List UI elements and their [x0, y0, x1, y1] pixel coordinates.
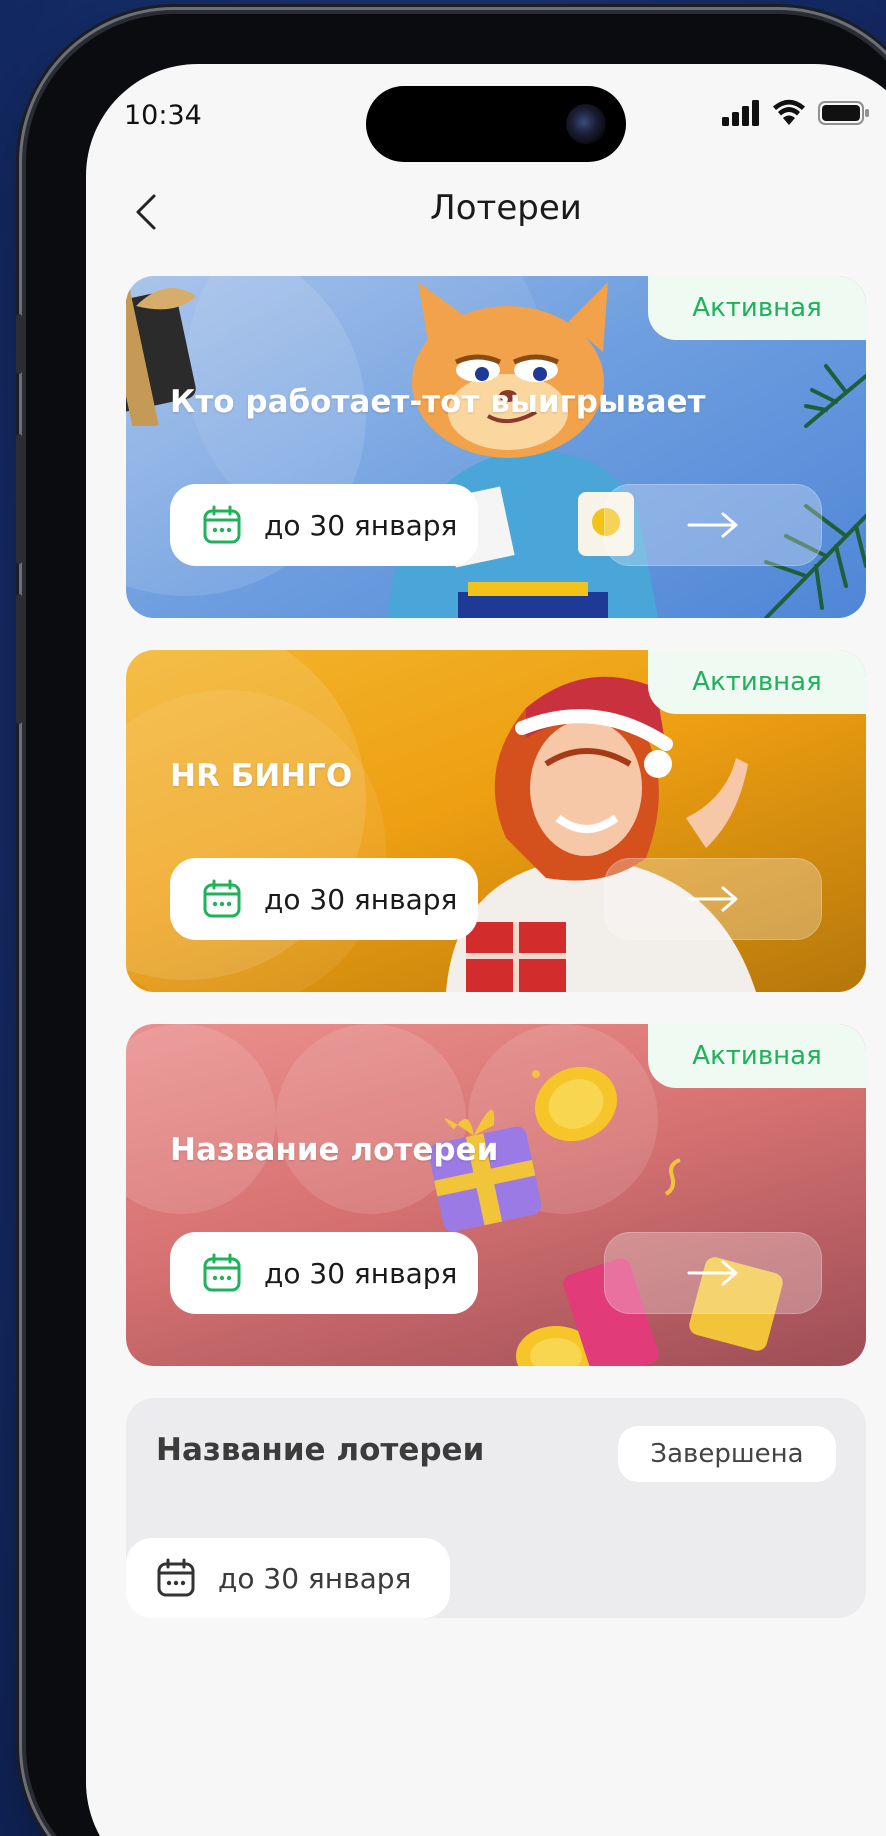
front-camera	[566, 104, 606, 144]
lottery-card[interactable]: Активная HR БИНГО до 30 января	[126, 650, 866, 992]
lottery-card[interactable]: Активная Кто работает-тот выигрывает до …	[126, 276, 866, 618]
date-pill: до 30 января	[170, 1232, 478, 1314]
calendar-icon	[157, 1558, 195, 1597]
lottery-title: Название лотереи	[170, 1132, 499, 1168]
dynamic-island	[366, 86, 626, 162]
lottery-title: Кто работает-тот выигрывает	[170, 384, 706, 420]
open-lottery-button[interactable]	[604, 1232, 822, 1314]
date-label: до 30 января	[264, 882, 458, 916]
woman-santa-hat-illustration	[446, 676, 756, 992]
calendar-icon	[203, 1253, 241, 1292]
fir-branch-illustration	[764, 364, 866, 618]
lottery-title: HR БИНГО	[170, 758, 353, 794]
status-badge: Активная	[648, 1024, 866, 1088]
calendar-icon	[203, 879, 241, 918]
open-lottery-button[interactable]	[604, 858, 822, 940]
date-pill: до 30 января	[170, 484, 478, 566]
arrow-right-icon	[687, 1260, 738, 1286]
date-pill: до 30 января	[170, 858, 478, 940]
lottery-title: Название лотереи	[156, 1432, 485, 1468]
background: 10:34 Лотереи Активная Кто работает-тот …	[0, 0, 886, 1836]
gifts-and-coins-illustration	[428, 1066, 783, 1366]
calendar-icon	[203, 505, 241, 544]
phone-frame: 10:34 Лотереи Активная Кто работает-тот …	[16, 14, 886, 1836]
decor-circle	[126, 1024, 276, 1214]
status-icons	[722, 96, 870, 130]
status-time: 10:34	[124, 100, 202, 131]
status-badge: Активная	[648, 276, 866, 340]
page-title: Лотереи	[430, 188, 582, 228]
volume-up-button	[16, 434, 22, 564]
signal-icon	[722, 100, 759, 126]
app-screen: 10:34 Лотереи Активная Кто работает-тот …	[86, 64, 886, 1836]
lottery-card[interactable]: Активная Название лотереи до 30 января	[126, 1024, 866, 1366]
lottery-card-finished[interactable]: Название лотереи Завершена до 30 января	[126, 1398, 866, 1618]
date-pill: до 30 января	[126, 1538, 450, 1618]
volume-down-button	[16, 594, 22, 724]
arrow-right-icon	[687, 512, 738, 538]
status-badge: Активная	[648, 650, 866, 714]
date-label: до 30 января	[218, 1561, 412, 1595]
arrow-right-icon	[687, 886, 738, 912]
battery-icon	[818, 101, 869, 125]
open-lottery-button[interactable]	[604, 484, 822, 566]
date-label: до 30 января	[264, 1256, 458, 1290]
wifi-icon	[773, 99, 805, 125]
status-badge: Завершена	[618, 1426, 836, 1482]
cat-mascot-illustration	[388, 282, 658, 618]
mute-switch	[16, 314, 22, 374]
date-label: до 30 января	[264, 508, 458, 542]
